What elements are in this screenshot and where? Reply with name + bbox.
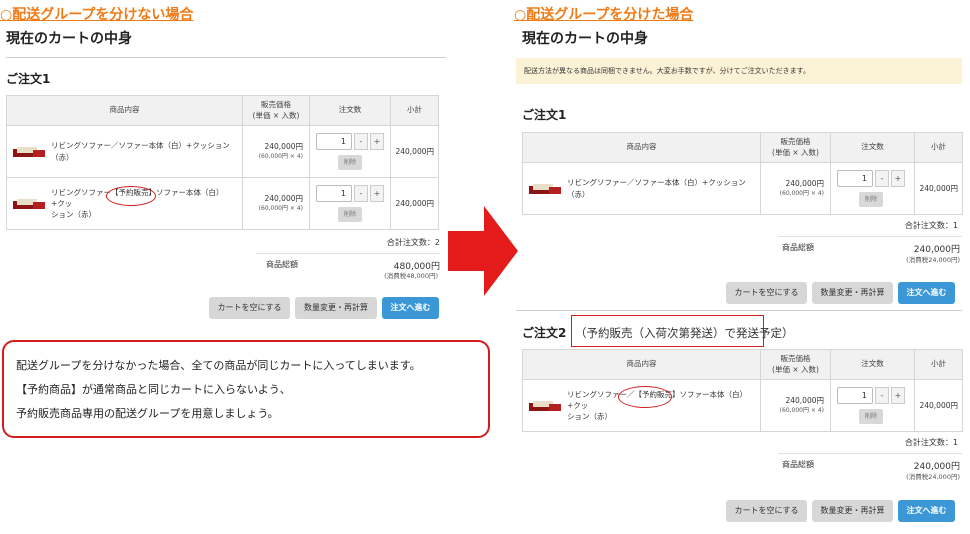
product-name[interactable]: リビングソファー／ソファー本体（白）+クッション（赤） [567, 177, 754, 200]
col-price: 販売価格 (単価 × 入数) [242, 95, 310, 126]
price-detail: (60,000円 × 4) [779, 189, 824, 197]
total-quantity: 合計注文数：1 [904, 221, 958, 230]
col-price: 販売価格 (単価 × 入数) [760, 349, 831, 380]
row-subtotal: 240,000円 [390, 177, 439, 230]
col-product: 商品内容 [6, 95, 243, 126]
total-quantity: 合計注文数：1 [904, 438, 958, 447]
delete-button[interactable]: 削除 [859, 192, 883, 207]
callout-line: 予約販売商品専用の配送グループを用意しましょう。 [16, 407, 279, 421]
price-detail: (60,000円 × 4) [258, 204, 303, 212]
product-thumbnail[interactable] [529, 399, 561, 413]
callout-line: 配送グループを分けなかった場合、全ての商品が同じカートに入ってしまいます。 [16, 359, 421, 372]
table-row: リビングソファー／ソファー本体（白）+クッション（赤） 240,000円 (60,… [522, 162, 963, 215]
quantity-input[interactable]: 1 [837, 170, 873, 187]
table-header: 商品内容 販売価格 (単価 × 入数) 注文数 小計 [522, 349, 963, 380]
col-qty: 注文数 [830, 349, 915, 380]
order-title-left: ご注文1 [6, 72, 51, 86]
explanation-callout: 配送グループを分けなかった場合、全ての商品が同じカートに入ってしまいます。 【予… [2, 340, 490, 438]
increment-button[interactable]: + [370, 133, 384, 150]
product-thumbnail[interactable] [13, 145, 45, 159]
col-product: 商品内容 [522, 132, 761, 163]
cart-title-left: 現在のカートの中身 [6, 31, 132, 47]
increment-button[interactable]: + [891, 387, 905, 404]
increment-button[interactable]: + [370, 185, 384, 202]
divider [778, 236, 962, 237]
delete-button[interactable]: 削除 [338, 155, 362, 170]
table-header: 商品内容 販売価格 (単価 × 入数) 注文数 小計 [6, 95, 439, 126]
right-arrow-icon [448, 206, 518, 296]
cart-table-left: 商品内容 販売価格 (単価 × 入数) 注文数 小計 リビングソファー／ソファー本… [6, 95, 439, 230]
empty-cart-button[interactable]: カートを空にする [209, 297, 290, 319]
row-subtotal: 240,000円 [390, 125, 439, 178]
divider [516, 310, 962, 311]
product-name[interactable]: リビングソファー／ソファー本体（白）+クッション（赤） [51, 140, 236, 163]
highlight-circle [618, 386, 672, 408]
divider [256, 253, 440, 254]
order-title-1: ご注文1 [522, 108, 567, 122]
highlight-circle [106, 186, 156, 206]
table-row: リビングソファー／【予約販売】ソファー本体（白）+クッ ション（赤） 240,00… [522, 379, 963, 432]
empty-cart-button[interactable]: カートを空にする [726, 500, 807, 522]
table-row: リビングソファー／ソファー本体（白）+クッション（赤） 240,000円 (60,… [6, 125, 439, 178]
recalculate-button[interactable]: 数量変更・再計算 [812, 500, 893, 522]
total-label: 商品総額 [782, 243, 814, 252]
price-detail: (60,000円 × 4) [779, 406, 824, 414]
cart-table-order-1: 商品内容 販売価格 (単価 × 入数) 注文数 小計 リビングソファー／ソファー本… [522, 132, 963, 215]
table-row: リビングソファー【予約販売】ソファー本体（白）+クッ ション（赤） 240,000… [6, 177, 439, 230]
price-detail: (60,000円 × 4) [258, 152, 303, 160]
tax-note: (消費税24,000円) [906, 473, 960, 481]
callout-line: 【予約商品】が通常商品と同じカートに入らないよう、 [16, 383, 291, 397]
col-qty: 注文数 [830, 132, 915, 163]
col-subtotal: 小計 [914, 132, 963, 163]
total-quantity: 合計注文数：2 [386, 238, 440, 247]
tax-note: (消費税48,000円) [384, 272, 438, 280]
col-subtotal: 小計 [914, 349, 963, 380]
decrement-button[interactable]: - [354, 185, 368, 202]
shipping-notice: 配送方法が異なる商品は同梱できません。大変お手数ですが、分けてご注文いただきます… [516, 58, 962, 84]
shipping-method-note: （予約販売（入荷次第発送）で発送予定） [575, 326, 794, 340]
col-price: 販売価格 (単価 × 入数) [760, 132, 831, 163]
table-header: 商品内容 販売価格 (単価 × 入数) 注文数 小計 [522, 132, 963, 163]
total-label: 商品総額 [782, 460, 814, 469]
quantity-input[interactable]: 1 [837, 387, 873, 404]
unit-price: 240,000円 [785, 395, 824, 405]
col-product: 商品内容 [522, 349, 761, 380]
increment-button[interactable]: + [891, 170, 905, 187]
row-subtotal: 240,000円 [914, 162, 963, 215]
unit-price: 240,000円 [785, 178, 824, 188]
quantity-input[interactable]: 1 [316, 185, 352, 202]
order-title-2: ご注文2 [522, 326, 567, 340]
decrement-button[interactable]: - [875, 170, 889, 187]
unit-price: 240,000円 [264, 141, 303, 151]
cart-table-order-2: 商品内容 販売価格 (単価 × 入数) 注文数 小計 リビングソファー／【予約販売… [522, 349, 963, 432]
decrement-button[interactable]: - [875, 387, 889, 404]
recalculate-button[interactable]: 数量変更・再計算 [812, 282, 893, 304]
checkout-button[interactable]: 注文へ進む [382, 297, 439, 319]
empty-cart-button[interactable]: カートを空にする [726, 282, 807, 304]
product-thumbnail[interactable] [13, 197, 45, 211]
delete-button[interactable]: 削除 [859, 409, 883, 424]
row-subtotal: 240,000円 [914, 379, 963, 432]
delete-button[interactable]: 削除 [338, 207, 362, 222]
unit-price: 240,000円 [264, 193, 303, 203]
heading-no-split: ○配送グループを分けない場合 [0, 7, 194, 23]
divider [6, 57, 446, 58]
tax-note: (消費税24,000円) [906, 256, 960, 264]
cart-title-right: 現在のカートの中身 [522, 31, 648, 47]
col-qty: 注文数 [309, 95, 391, 126]
checkout-button[interactable]: 注文へ進む [898, 500, 955, 522]
quantity-input[interactable]: 1 [316, 133, 352, 150]
decrement-button[interactable]: - [354, 133, 368, 150]
divider [778, 453, 962, 454]
checkout-button[interactable]: 注文へ進む [898, 282, 955, 304]
heading-split: ○配送グループを分けた場合 [514, 7, 694, 23]
recalculate-button[interactable]: 数量変更・再計算 [295, 297, 377, 319]
col-subtotal: 小計 [390, 95, 439, 126]
total-label: 商品総額 [266, 260, 298, 269]
product-thumbnail[interactable] [529, 182, 561, 196]
